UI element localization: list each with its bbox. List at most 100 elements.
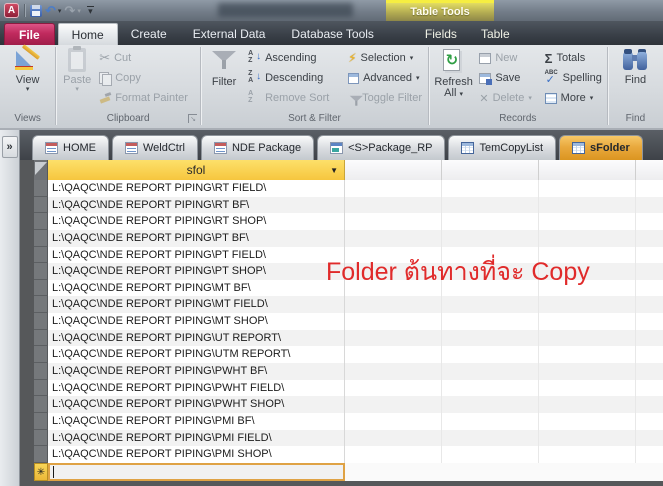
row-filler (345, 430, 663, 447)
sfol-cell[interactable]: L:\QAQC\NDE REPORT PIPING\RT BF\ (48, 197, 345, 214)
record-selector[interactable] (34, 313, 48, 330)
row-filler (345, 396, 663, 413)
sfol-cell[interactable]: L:\QAQC\NDE REPORT PIPING\PWHT FIELD\ (48, 380, 345, 397)
save-record-button[interactable]: Save (476, 68, 541, 88)
group-label-clipboard: Clipboard ↘ (56, 113, 200, 128)
doc-tab-temcopylist[interactable]: TemCopyList (448, 135, 556, 160)
delete-x-icon: ✕ (479, 92, 488, 105)
doc-tab-label: NDE Package (232, 142, 301, 154)
window-title-blurred (218, 3, 353, 17)
sfol-cell[interactable]: L:\QAQC\NDE REPORT PIPING\RT FIELD\ (48, 180, 345, 197)
save-icon[interactable] (30, 5, 42, 17)
sfol-cell[interactable]: L:\QAQC\NDE REPORT PIPING\UT REPORT\ (48, 330, 345, 347)
remove-sort-button: AZ Remove Sort (245, 88, 345, 108)
sfol-cell[interactable]: L:\QAQC\NDE REPORT PIPING\PWHT SHOP\ (48, 396, 345, 413)
selection-button[interactable]: ⚡ Selection ▾ (345, 48, 425, 68)
column-header-sfol[interactable]: sfol ▼ (48, 160, 345, 180)
view-icon (15, 48, 41, 72)
record-selector[interactable] (34, 230, 48, 247)
record-selector[interactable] (34, 180, 48, 197)
advanced-button[interactable]: Advanced ▾ (345, 68, 425, 88)
spelling-button[interactable]: ABC✓ Spelling (542, 68, 605, 88)
delete-label: Delete (493, 92, 525, 104)
filter-button[interactable]: Filter (203, 48, 245, 113)
sfol-cell[interactable]: L:\QAQC\NDE REPORT PIPING\PMI BF\ (48, 413, 345, 430)
descending-button[interactable]: ZA↓ Descending (245, 68, 345, 88)
new-record-selector[interactable]: ✳ (34, 463, 48, 481)
select-all-button[interactable] (34, 160, 48, 180)
tab-home[interactable]: Home (58, 23, 118, 45)
copy-label: Copy (115, 72, 141, 84)
doc-tab-weldctrl[interactable]: WeldCtrl (112, 135, 198, 160)
table-row: L:\QAQC\NDE REPORT PIPING\PWHT SHOP\ (34, 396, 663, 413)
group-views: View ▾ Views (0, 45, 55, 128)
nav-shutter-open-icon[interactable]: » (2, 136, 18, 158)
sfol-cell[interactable]: L:\QAQC\NDE REPORT PIPING\PT BF\ (48, 230, 345, 247)
sfol-cell[interactable]: L:\QAQC\NDE REPORT PIPING\RT SHOP\ (48, 213, 345, 230)
doc-tab-nde-package[interactable]: NDE Package (201, 135, 314, 160)
customize-qat-icon[interactable]: ▾ (87, 6, 94, 14)
record-selector[interactable] (34, 330, 48, 347)
table-row: L:\QAQC\NDE REPORT PIPING\PMI BF\ (34, 413, 663, 430)
sfol-cell[interactable]: L:\QAQC\NDE REPORT PIPING\PMI FIELD\ (48, 430, 345, 447)
totals-button[interactable]: Σ Totals (542, 48, 605, 68)
view-button[interactable]: View ▾ (5, 48, 51, 113)
sfol-cell[interactable]: L:\QAQC\NDE REPORT PIPING\PT FIELD\ (48, 247, 345, 264)
save-record-icon (479, 73, 491, 84)
cut-icon: ✂ (99, 50, 110, 66)
record-selector[interactable] (34, 396, 48, 413)
doc-tab-home[interactable]: HOME (32, 135, 109, 160)
record-selector[interactable] (34, 263, 48, 280)
ascending-button[interactable]: AZ↓ Ascending (245, 48, 345, 68)
remove-sort-icon: AZ (248, 91, 261, 105)
more-button[interactable]: More ▾ (542, 88, 605, 108)
table-icon (572, 142, 585, 154)
record-selector[interactable] (34, 413, 48, 430)
advanced-filter-icon (348, 73, 359, 84)
record-selector[interactable] (34, 446, 48, 463)
doc-tab-label: TemCopyList (479, 142, 543, 154)
table-row: L:\QAQC\NDE REPORT PIPING\PT BF\ (34, 230, 663, 247)
dialog-launcher-icon[interactable]: ↘ (188, 114, 197, 123)
title-bar: A ↶▾ ↷▾ ▾ Table Tools (0, 0, 663, 21)
group-label-records: Records (429, 113, 607, 128)
record-selector[interactable] (34, 430, 48, 447)
tab-file[interactable]: File (4, 23, 55, 45)
group-label-sort-filter: Sort & Filter (201, 113, 428, 128)
record-selector[interactable] (34, 296, 48, 313)
group-find: Find Find (608, 45, 663, 128)
sfol-cell[interactable]: L:\QAQC\NDE REPORT PIPING\PWHT BF\ (48, 363, 345, 380)
sfol-cell[interactable]: L:\QAQC\NDE REPORT PIPING\MT FIELD\ (48, 296, 345, 313)
record-selector[interactable] (34, 346, 48, 363)
doc-tab-s-package-rp[interactable]: <S>Package_RP (317, 135, 445, 160)
row-filler (345, 213, 663, 230)
refresh-all-button[interactable]: ↻ Refresh All ▾ (431, 48, 477, 113)
delete-button: ✕ Delete ▾ (476, 88, 541, 108)
tab-database-tools[interactable]: Database Tools (278, 23, 387, 45)
undo-icon[interactable]: ↶ (45, 4, 56, 17)
sfol-cell[interactable]: L:\QAQC\NDE REPORT PIPING\UTM REPORT\ (48, 346, 345, 363)
find-button[interactable]: Find (612, 48, 658, 113)
sfol-cell[interactable]: L:\QAQC\NDE REPORT PIPING\PT SHOP\ (48, 263, 345, 280)
sfol-cell[interactable]: L:\QAQC\NDE REPORT PIPING\MT BF\ (48, 280, 345, 297)
undo-dropdown-icon[interactable]: ▾ (58, 7, 62, 15)
doc-tab-sfolder[interactable]: sFolder (559, 135, 643, 160)
new-record-cell[interactable] (48, 463, 345, 481)
group-records: ↻ Refresh All ▾ New Save ✕ Delete ▾ (429, 45, 607, 128)
record-selector[interactable] (34, 380, 48, 397)
sfol-cell[interactable]: L:\QAQC\NDE REPORT PIPING\MT SHOP\ (48, 313, 345, 330)
record-selector[interactable] (34, 197, 48, 214)
record-selector[interactable] (34, 280, 48, 297)
annotation-text: Folder ต้นทางที่จะ Copy (326, 257, 590, 287)
record-selector[interactable] (34, 363, 48, 380)
tab-fields[interactable]: Fields (413, 23, 469, 45)
tab-create[interactable]: Create (118, 23, 180, 45)
table-row: L:\QAQC\NDE REPORT PIPING\PWHT BF\ (34, 363, 663, 380)
record-selector[interactable] (34, 247, 48, 264)
record-selector[interactable] (34, 213, 48, 230)
tab-table[interactable]: Table (469, 23, 522, 45)
tab-external-data[interactable]: External Data (180, 23, 279, 45)
sigma-icon: Σ (545, 51, 553, 66)
column-dropdown-icon[interactable]: ▼ (330, 166, 338, 175)
sfol-cell[interactable]: L:\QAQC\NDE REPORT PIPING\PMI SHOP\ (48, 446, 345, 463)
